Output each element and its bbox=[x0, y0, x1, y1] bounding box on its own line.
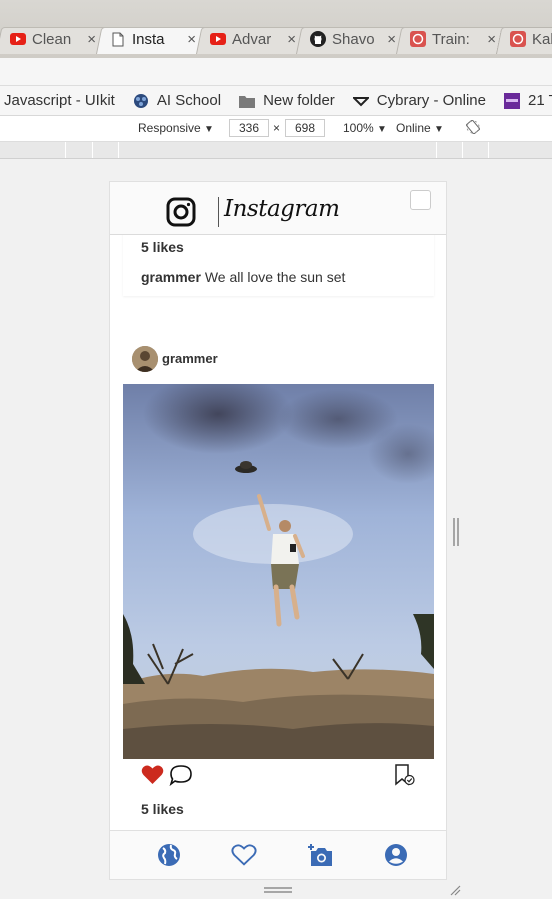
tab-title: Insta bbox=[132, 30, 165, 48]
side-resize-handle[interactable] bbox=[453, 518, 459, 546]
instagram-camera-icon[interactable] bbox=[166, 197, 196, 227]
bookmark-label: Javascript - UIkit bbox=[4, 92, 115, 109]
post-footer: 5 likes bbox=[123, 799, 434, 833]
zoom-label: 100% bbox=[343, 121, 374, 135]
post-likes: 5 likes bbox=[141, 239, 184, 255]
caption-text: We all love the sun set bbox=[204, 269, 346, 285]
heart-outline-icon[interactable] bbox=[231, 842, 257, 868]
post-likes: 5 likes bbox=[141, 801, 184, 817]
page-icon bbox=[110, 31, 126, 47]
youtube-icon bbox=[210, 31, 226, 47]
device-mode-select[interactable]: Responsive ▼ bbox=[138, 121, 214, 135]
device-mode-label: Responsive bbox=[138, 121, 201, 135]
zoom-select[interactable]: 100% ▼ bbox=[343, 121, 387, 135]
device-viewport: Instagram 5 likes grammer We all love th… bbox=[109, 181, 447, 880]
globe-icon[interactable] bbox=[156, 842, 182, 868]
site-icon bbox=[510, 31, 526, 47]
rotate-icon[interactable] bbox=[465, 119, 481, 137]
tab-title: Kab bbox=[532, 30, 552, 48]
bookmark-new-folder[interactable]: New folder bbox=[239, 92, 335, 109]
browser-tab-strip: Clean × Insta × Advar × Shavo × Train: ×… bbox=[0, 0, 552, 58]
tab-title: Clean bbox=[32, 30, 72, 48]
network-select[interactable]: Online ▼ bbox=[396, 121, 444, 135]
bottom-nav bbox=[110, 830, 446, 879]
ai-school-icon bbox=[133, 93, 149, 109]
device-toolbar: Responsive ▼ 336 × 698 100% ▼ Online ▼ bbox=[0, 116, 552, 142]
bookmark-label: 21 Top bbox=[527, 92, 552, 109]
media-query-ruler bbox=[0, 142, 552, 159]
viewport-height-input[interactable]: 698 bbox=[285, 119, 325, 137]
address-bar-area bbox=[0, 58, 552, 86]
network-label: Online bbox=[396, 121, 431, 135]
instagram-wordmark: Instagram bbox=[224, 196, 340, 222]
add-photo-icon[interactable] bbox=[307, 842, 333, 868]
bookmark-cybrary[interactable]: Cybrary - Online bbox=[352, 92, 486, 109]
caret-down-icon: ▼ bbox=[434, 124, 444, 135]
comment-icon[interactable] bbox=[169, 764, 193, 791]
github-icon bbox=[310, 31, 326, 47]
tab-close-icon[interactable]: × bbox=[187, 31, 196, 48]
bookmark-label: New folder bbox=[263, 92, 335, 109]
account-icon[interactable] bbox=[383, 842, 409, 868]
bookmark-21-top[interactable]: 21 Top bbox=[503, 92, 552, 109]
post-photo[interactable] bbox=[123, 384, 434, 759]
post-actions bbox=[123, 759, 434, 799]
bookmarks-bar: Javascript - UIkit AI School New folder … bbox=[0, 86, 552, 116]
site-icon bbox=[410, 31, 426, 47]
tab-clean[interactable]: Clean × bbox=[2, 24, 106, 54]
caret-down-icon: ▼ bbox=[377, 124, 387, 135]
tab-title: Train: bbox=[432, 30, 470, 48]
tab-close-icon[interactable]: × bbox=[387, 31, 396, 48]
bookmark-label: AI School bbox=[156, 92, 222, 109]
cybrary-icon bbox=[352, 93, 369, 109]
tab-shavo[interactable]: Shavo × bbox=[302, 24, 406, 54]
post-caption: grammer We all love the sun set bbox=[141, 269, 345, 285]
bookmark-saved-icon[interactable] bbox=[394, 764, 416, 791]
tab-advar[interactable]: Advar × bbox=[202, 24, 306, 54]
tab-title: Advar bbox=[232, 30, 272, 48]
tab-close-icon[interactable]: × bbox=[487, 31, 496, 48]
colorlib-icon bbox=[503, 92, 520, 109]
tab-title: Shavo bbox=[332, 30, 375, 48]
tab-insta[interactable]: Insta × bbox=[102, 24, 206, 54]
caret-down-icon: ▼ bbox=[204, 124, 214, 135]
post-username[interactable]: grammer bbox=[162, 351, 218, 366]
times-symbol: × bbox=[273, 121, 281, 135]
bookmark-label: Cybrary - Online bbox=[376, 92, 486, 109]
bookmark-javascript-uikit[interactable]: Javascript - UIkit bbox=[4, 92, 115, 109]
corner-resize-icon[interactable] bbox=[449, 883, 461, 899]
caption-username[interactable]: grammer bbox=[141, 269, 201, 285]
tab-close-icon[interactable]: × bbox=[287, 31, 296, 48]
header-search-box[interactable] bbox=[410, 190, 431, 210]
tab-train[interactable]: Train: × bbox=[402, 24, 506, 54]
tab-kab[interactable]: Kab bbox=[502, 24, 552, 54]
viewport-width-input[interactable]: 336 bbox=[229, 119, 269, 137]
bottom-resize-handle[interactable] bbox=[264, 887, 292, 893]
avatar[interactable] bbox=[132, 346, 158, 372]
tab-close-icon[interactable]: × bbox=[87, 31, 96, 48]
youtube-icon bbox=[10, 31, 26, 47]
heart-filled-icon[interactable] bbox=[141, 764, 164, 790]
bookmark-ai-school[interactable]: AI School bbox=[133, 92, 221, 109]
header-divider bbox=[218, 197, 219, 227]
folder-icon bbox=[239, 93, 256, 109]
instagram-header: Instagram bbox=[110, 182, 446, 235]
